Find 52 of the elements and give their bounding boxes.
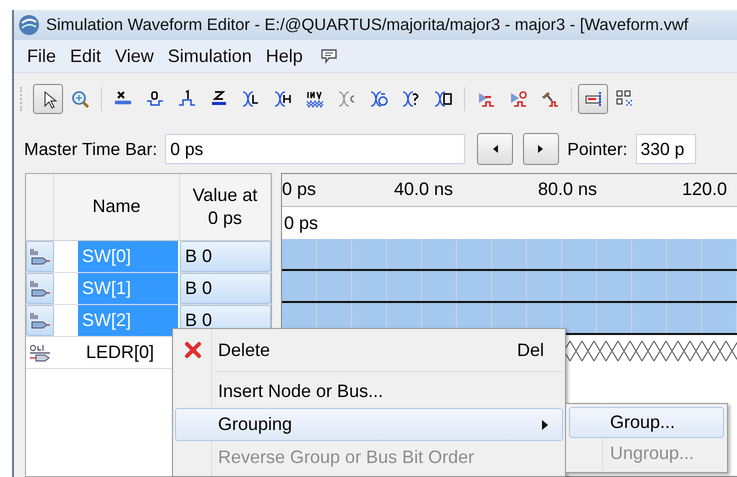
time-tick-label: 40.0 ns	[394, 179, 454, 201]
input-pin-icon	[29, 280, 51, 298]
menu-item[interactable]: View	[110, 44, 159, 68]
signal-value: B 0	[185, 246, 212, 267]
output-pin-icon	[29, 344, 51, 362]
waveform-icon	[145, 89, 165, 109]
snap-icon-button[interactable]	[578, 84, 608, 114]
time-tick-label: 80.0 ns	[538, 179, 598, 201]
grid-icon	[615, 89, 635, 109]
field-label: Pointer:	[567, 138, 628, 160]
menu-item[interactable]: Edit	[65, 44, 106, 68]
waveform-icon	[305, 89, 325, 109]
menu-item[interactable]: Group...	[569, 407, 724, 438]
waveform-icon	[369, 89, 389, 109]
menu-item[interactable]: Delete Del	[175, 331, 563, 369]
input-pin-icon	[29, 312, 51, 330]
waveform-icon	[177, 89, 197, 109]
app-logo-icon	[18, 14, 40, 36]
pointer-icon-button[interactable]	[33, 84, 63, 114]
cursor-time-label[interactable]: 0 ps	[284, 212, 318, 234]
signal-value: B 0	[185, 310, 212, 331]
master-time-field[interactable]: 0 ps	[165, 134, 466, 164]
previous-button[interactable]	[477, 133, 514, 165]
comment-icon	[320, 48, 338, 64]
snap-icon	[583, 89, 603, 109]
play-waveform-icon	[508, 89, 528, 109]
menu-item[interactable]: Help	[260, 44, 308, 68]
hammer-icon	[540, 89, 560, 109]
column-header: Value at 0 ps	[180, 174, 271, 240]
input-pin-icon	[29, 248, 51, 266]
pointer-field[interactable]: 330 p	[636, 134, 696, 164]
delete-icon	[184, 341, 202, 359]
menu-item[interactable]: Simulation	[162, 44, 257, 68]
next-button[interactable]	[523, 133, 560, 165]
time-tick-label: 0 ps	[282, 179, 318, 201]
left-arrow-icon	[491, 144, 500, 154]
waveform-icon	[241, 89, 261, 109]
waveform-icon	[337, 89, 357, 109]
zoom-icon	[70, 89, 90, 109]
menu-item[interactable]: Grouping	[175, 408, 563, 441]
waveform-icon	[401, 89, 421, 109]
field-label: Master Time Bar:	[24, 138, 158, 160]
right-arrow-icon	[537, 144, 546, 154]
signal-value: B 0	[185, 278, 212, 299]
column-header: Name	[54, 174, 180, 240]
time-tick-label: 120.0	[682, 179, 728, 201]
menu-item[interactable]: Insert Node or Bus...	[175, 375, 563, 408]
signal-name[interactable]: LEDR[0]	[82, 337, 158, 368]
menu-item[interactable]: File	[22, 44, 62, 68]
window-title: Simulation Waveform Editor - E:/@QUARTUS/majorita/major3 - major3 - [Waveform.vwf	[46, 16, 688, 34]
waveform-icon	[433, 89, 453, 109]
waveform-icon	[273, 89, 293, 109]
